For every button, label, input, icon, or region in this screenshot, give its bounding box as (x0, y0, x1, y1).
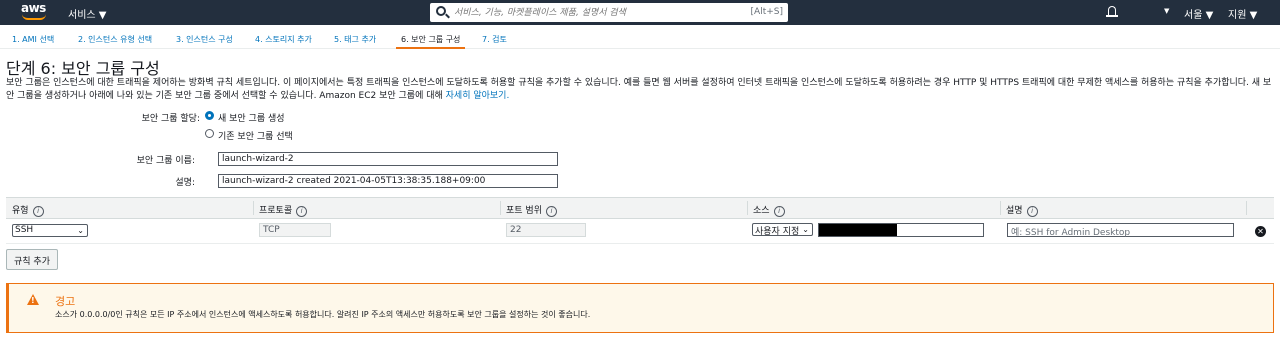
table-row: SSH ⌄ TCP 22 사용자 지정 ⌄ 예: SSH for Admin Des… (6, 219, 1274, 244)
info-icon[interactable]: i (545, 206, 557, 217)
assign-security-group-label: 보안 그룹 할당: (141, 114, 200, 124)
step-review[interactable]: 7. 검토 (477, 29, 512, 49)
column-type: 유형 i (12, 203, 44, 217)
source-select[interactable]: 사용자 지정 ⌄ (752, 223, 813, 236)
step-configure-security-group[interactable]: 6. 보안 그룹 구성 (396, 29, 466, 49)
search-icon (436, 6, 446, 16)
bell-icon[interactable] (1106, 5, 1118, 19)
column-protocol: 프로토콜 i (259, 203, 308, 217)
aws-logo[interactable]: aws (21, 1, 49, 23)
info-icon[interactable]: i (32, 206, 44, 217)
port-range-field: 22 (506, 223, 586, 237)
column-protocol-label: 프로토콜 (259, 206, 293, 216)
radio-new-security-group-label: 새 보안 그룹 생성 (218, 114, 285, 124)
info-icon[interactable]: i (296, 206, 308, 217)
column-port-range-label: 포트 범위 (506, 206, 542, 216)
warning-title: 경고 (55, 295, 76, 308)
security-group-description-label: 설명: (175, 178, 195, 188)
column-description-label: 설명 (1006, 206, 1023, 216)
type-select-value: SSH (15, 225, 34, 235)
column-source-label: 소스 (753, 206, 770, 216)
protocol-field: TCP (259, 223, 331, 237)
column-type-label: 유형 (12, 206, 29, 216)
step-add-tags[interactable]: 5. 태그 추가 (329, 29, 381, 49)
security-group-name-label: 보안 그룹 이름: (136, 156, 195, 166)
column-divider (253, 201, 254, 215)
column-description: 설명 i (1006, 203, 1038, 217)
chevron-down-icon: ⌄ (802, 225, 809, 234)
info-icon[interactable]: i (773, 206, 785, 217)
column-port-range: 포트 범위 i (506, 203, 557, 217)
column-divider (1000, 201, 1001, 215)
page-title: 단계 6: 보안 그룹 구성 (6, 59, 160, 78)
column-divider (747, 201, 748, 215)
chevron-down-icon: ⌄ (77, 226, 84, 235)
radio-existing-security-group[interactable] (205, 129, 214, 138)
warning-text: 소스가 0.0.0.0/0인 규칙은 모든 IP 주소에서 인스턴스에 액세스하… (55, 310, 591, 319)
radio-new-security-group[interactable] (205, 111, 214, 120)
type-select[interactable]: SSH ⌄ (12, 224, 88, 237)
learn-more-link[interactable]: 자세히 알아보기. (446, 91, 510, 101)
security-group-description-input[interactable]: launch-wizard-2 created 2021-04-05T13:38… (218, 174, 558, 188)
info-icon[interactable]: i (1026, 206, 1038, 217)
description-text: 보안 그룹은 인스턴스에 대한 트래픽을 제어하는 방화벽 규칙 세트입니다. … (6, 78, 1272, 101)
source-select-value: 사용자 지정 (755, 227, 800, 236)
redacted-ip-block (819, 224, 897, 236)
wizard-steps: 1. AMI 선택 2. 인스턴스 유형 선택 3. 인스턴스 구성 4. 스토… (0, 29, 1280, 49)
step-choose-instance-type[interactable]: 2. 인스턴스 유형 선택 (73, 29, 157, 49)
add-rule-button[interactable]: 규칙 추가 (6, 249, 58, 270)
region-menu[interactable]: 서울 ▼ (1184, 6, 1213, 21)
page-description: 보안 그룹은 인스턴스에 대한 트래픽을 제어하는 방화벽 규칙 세트입니다. … (6, 77, 1274, 103)
step-choose-ami[interactable]: 1. AMI 선택 (7, 29, 59, 49)
column-source: 소스 i (753, 203, 785, 217)
radio-existing-security-group-label: 기존 보안 그룹 선택 (218, 132, 293, 142)
remove-rule-icon[interactable]: ✕ (1255, 226, 1266, 237)
rule-description-input[interactable]: 예: SSH for Admin Desktop (1007, 223, 1234, 238)
column-divider (500, 201, 501, 215)
support-menu[interactable]: 지원 ▼ (1228, 6, 1257, 21)
aws-smile-icon (22, 14, 46, 20)
step-configure-instance[interactable]: 3. 인스턴스 구성 (171, 29, 238, 49)
search-box[interactable]: [Alt+S] (430, 3, 788, 22)
warning-icon: ! (27, 294, 39, 305)
top-navigation-bar: aws 서비스 ▼ [Alt+S] ▼ 서울 ▼ 지원 ▼ (0, 0, 1280, 25)
step-add-storage[interactable]: 4. 스토리지 추가 (250, 29, 317, 49)
account-menu-caret-icon[interactable]: ▼ (1164, 7, 1169, 15)
security-group-name-input[interactable]: launch-wizard-2 (218, 152, 558, 166)
warning-alert: ! 경고 소스가 0.0.0.0/0인 규칙은 모든 IP 주소에서 인스턴스에… (6, 283, 1274, 333)
search-shortcut: [Alt+S] (750, 7, 783, 17)
search-input[interactable] (454, 5, 744, 20)
services-menu[interactable]: 서비스 ▼ (68, 6, 106, 21)
aws-logo-text: aws (21, 1, 46, 15)
column-divider (1246, 201, 1247, 215)
rules-table-header: 유형 i 프로토콜 i 포트 범위 i 소스 i 설명 i (6, 197, 1274, 219)
